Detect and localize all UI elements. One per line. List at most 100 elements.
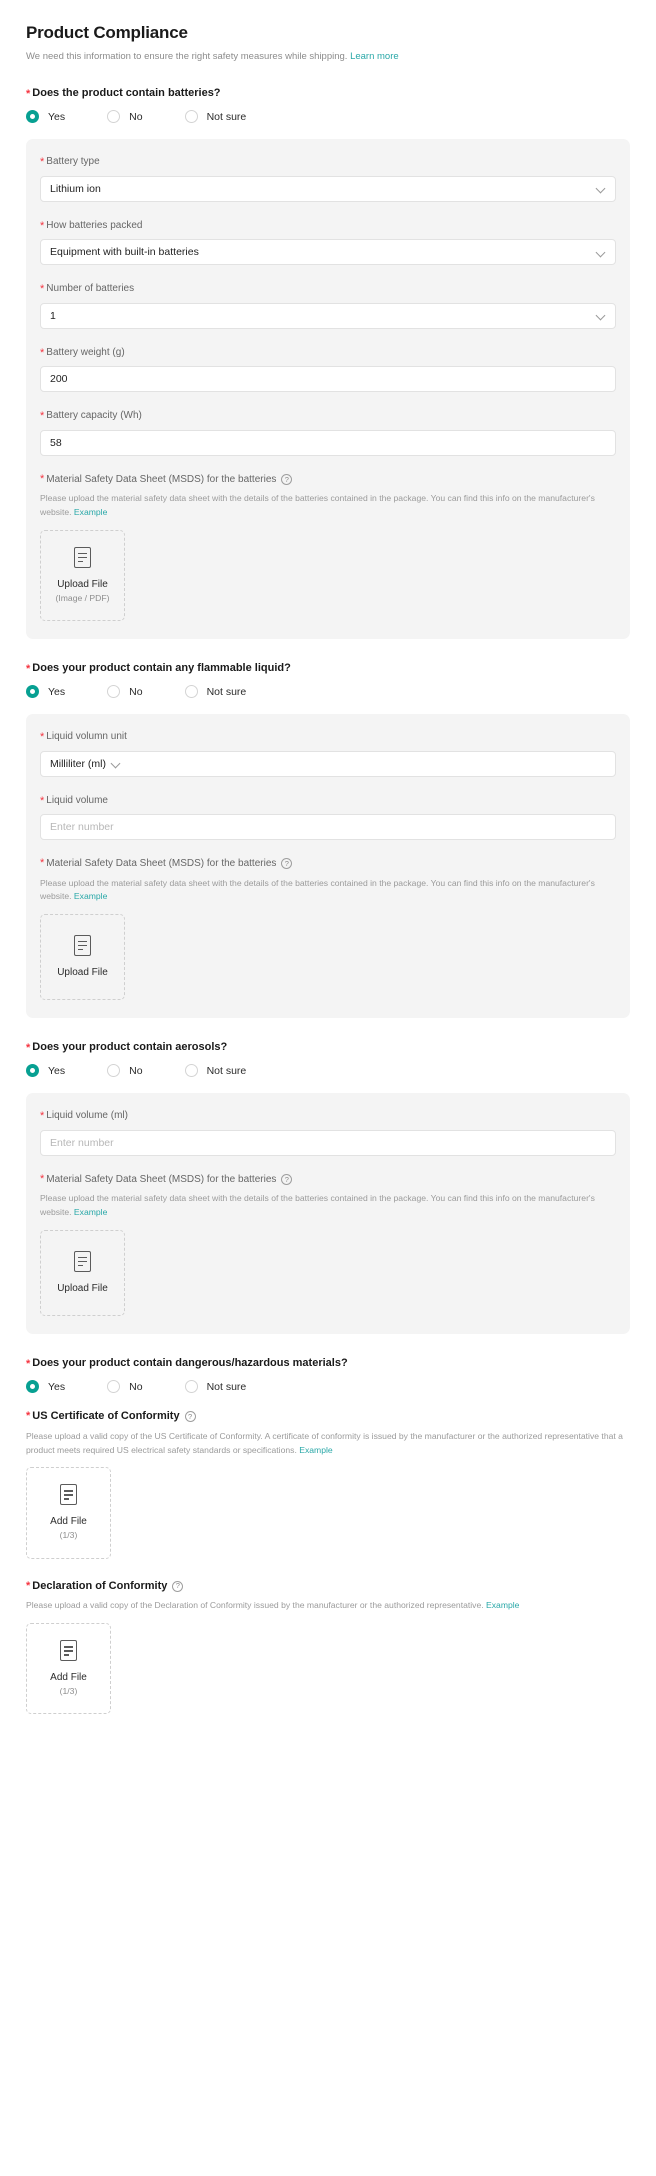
msds-label-text: Material Safety Data Sheet (MSDS) for th… (46, 473, 277, 485)
field-label: * Liquid volume (40, 794, 616, 808)
flammable-details-panel: * Liquid volumn unit Milliliter (ml) * Liq… (26, 714, 630, 1019)
document-icon (74, 546, 91, 568)
declaration-help-body: Please upload a valid copy of the Declar… (26, 1600, 484, 1611)
chevron-down-icon (597, 311, 606, 320)
chevron-down-icon (112, 759, 121, 768)
radio-flammable-no[interactable]: No (107, 685, 143, 699)
radio-batteries-no[interactable]: No (107, 110, 143, 124)
field-battery-capacity: * Battery capacity (Wh) 58 (40, 409, 616, 456)
radio-dot-icon (107, 685, 121, 699)
field-battery-weight: * Battery weight (g) 200 (40, 346, 616, 393)
required-asterisk: * (40, 219, 45, 232)
radio-flammable-not-sure[interactable]: Not sure (184, 685, 246, 699)
radio-hazardous-no[interactable]: No (107, 1380, 143, 1394)
page-subtitle: We need this information to ensure the r… (26, 50, 630, 64)
radio-dot-icon (26, 1064, 39, 1078)
field-liquid-volume: * Liquid volume Enter number (40, 794, 616, 841)
battery-msds-upload-tile[interactable]: Upload File (Image / PDF) (40, 529, 125, 621)
how-batteries-packed-select[interactable]: Equipment with built-in batteries (40, 239, 616, 266)
field-how-batteries-packed: * How batteries packed Equipment with bui… (40, 219, 616, 266)
us-certificate-upload-tile[interactable]: Add File (1/3) (26, 1467, 111, 1559)
radio-label: Yes (48, 1380, 66, 1393)
field-label: * Number of batteries (40, 282, 616, 296)
radio-hazardous-yes[interactable]: Yes (26, 1380, 66, 1394)
example-link[interactable]: Example (74, 507, 107, 517)
msds-help-text: Please upload the material safety data s… (40, 877, 616, 905)
product-compliance-page: Product Compliance We need this informat… (0, 0, 656, 2176)
field-label: * Battery weight (g) (40, 346, 616, 360)
aerosols-details-panel: * Liquid volume (ml) Enter number * Materi… (26, 1093, 630, 1334)
radio-group-aerosols[interactable]: Yes No Not sure (26, 1064, 630, 1078)
upload-sublabel: (1/3) (59, 1530, 78, 1541)
us-certificate-label-text: US Certificate of Conformity (32, 1410, 180, 1423)
declaration-label-text: Declaration of Conformity (32, 1579, 168, 1592)
help-icon[interactable]: ? (172, 1580, 184, 1592)
upload-sublabel: (Image / PDF) (55, 592, 110, 603)
battery-type-select[interactable]: Lithium ion (40, 175, 616, 202)
field-label-text: Number of batteries (46, 283, 135, 295)
field-battery-msds: * Material Safety Data Sheet (MSDS) for t… (40, 473, 616, 621)
aerosols-msds-upload-tile[interactable]: Upload File (40, 1229, 125, 1316)
battery-weight-input[interactable]: 200 (40, 366, 616, 393)
help-icon[interactable]: ? (281, 1174, 293, 1186)
radio-label: No (129, 685, 143, 698)
field-label-text: Battery capacity (Wh) (46, 410, 142, 422)
declaration-upload-tile[interactable]: Add File (1/3) (26, 1623, 111, 1715)
radio-label: No (129, 110, 143, 123)
radio-group-flammable[interactable]: Yes No Not sure (26, 685, 630, 699)
help-icon[interactable]: ? (281, 473, 293, 485)
example-link[interactable]: Example (486, 1600, 519, 1610)
radio-flammable-yes[interactable]: Yes (26, 685, 65, 699)
aerosol-liquid-volume-input[interactable]: Enter number (40, 1129, 616, 1156)
msds-help-text: Please upload the material safety data s… (40, 492, 616, 520)
battery-capacity-input[interactable]: 58 (40, 429, 616, 456)
learn-more-link[interactable]: Learn more (350, 51, 399, 62)
liquid-volume-placeholder: Enter number (50, 821, 114, 834)
required-asterisk: * (26, 1579, 31, 1592)
question-hazardous: * Does your product contain dangerous/haz… (26, 1356, 630, 1370)
question-hazardous-text: Does your product contain dangerous/haza… (32, 1356, 348, 1369)
example-link[interactable]: Example (299, 1445, 332, 1455)
radio-aerosols-not-sure[interactable]: Not sure (184, 1064, 247, 1078)
field-label-text: Liquid volume (ml) (46, 1110, 128, 1122)
example-link[interactable]: Example (74, 891, 107, 901)
radio-aerosols-yes[interactable]: Yes (26, 1064, 65, 1078)
msds-label-text: Material Safety Data Sheet (MSDS) for th… (46, 858, 277, 870)
number-of-batteries-value: 1 (50, 309, 56, 322)
radio-aerosols-no[interactable]: No (107, 1064, 143, 1078)
radio-hazardous-not-sure[interactable]: Not sure (184, 1380, 246, 1394)
question-aerosols-text: Does your product contain aerosols? (32, 1041, 228, 1054)
radio-batteries-not-sure[interactable]: Not sure (184, 110, 246, 124)
required-asterisk: * (40, 410, 45, 423)
radio-dot-icon (184, 685, 198, 699)
field-flammable-msds: * Material Safety Data Sheet (MSDS) for t… (40, 857, 616, 1001)
field-label-text: Liquid volumn unit (46, 731, 127, 743)
question-batteries-text: Does the product contain batteries? (32, 86, 221, 99)
document-icon (60, 1484, 77, 1506)
liquid-volume-input[interactable]: Enter number (40, 814, 616, 841)
section-us-certificate: * US Certificate of Conformity ? Please u… (26, 1409, 630, 1559)
battery-capacity-value: 58 (50, 436, 62, 449)
battery-type-value: Lithium ion (50, 182, 101, 195)
radio-batteries-yes[interactable]: Yes (26, 110, 65, 124)
example-link[interactable]: Example (74, 1207, 107, 1217)
question-aerosols: * Does your product contain aerosols? (26, 1040, 630, 1054)
radio-label: Not sure (206, 1064, 247, 1077)
required-asterisk: * (40, 794, 45, 807)
radio-group-batteries[interactable]: Yes No Not sure (26, 110, 630, 124)
upload-sublabel: (1/3) (59, 1686, 78, 1697)
field-label-text: Battery type (46, 156, 100, 168)
field-label: * Liquid volume (ml) (40, 1109, 616, 1123)
document-icon (74, 935, 91, 957)
required-asterisk: * (40, 156, 45, 169)
number-of-batteries-select[interactable]: 1 (40, 302, 616, 329)
help-icon[interactable]: ? (281, 858, 293, 870)
help-icon[interactable]: ? (184, 1411, 196, 1423)
field-label-text: Battery weight (g) (46, 346, 125, 358)
how-batteries-packed-value: Equipment with built-in batteries (50, 246, 199, 259)
radio-group-hazardous[interactable]: Yes No Not sure (26, 1380, 630, 1394)
upload-label: Upload File (57, 1282, 108, 1294)
flammable-msds-upload-tile[interactable]: Upload File (40, 914, 125, 1001)
document-icon (60, 1640, 77, 1662)
liquid-volume-unit-select[interactable]: Milliliter (ml) (40, 750, 616, 777)
